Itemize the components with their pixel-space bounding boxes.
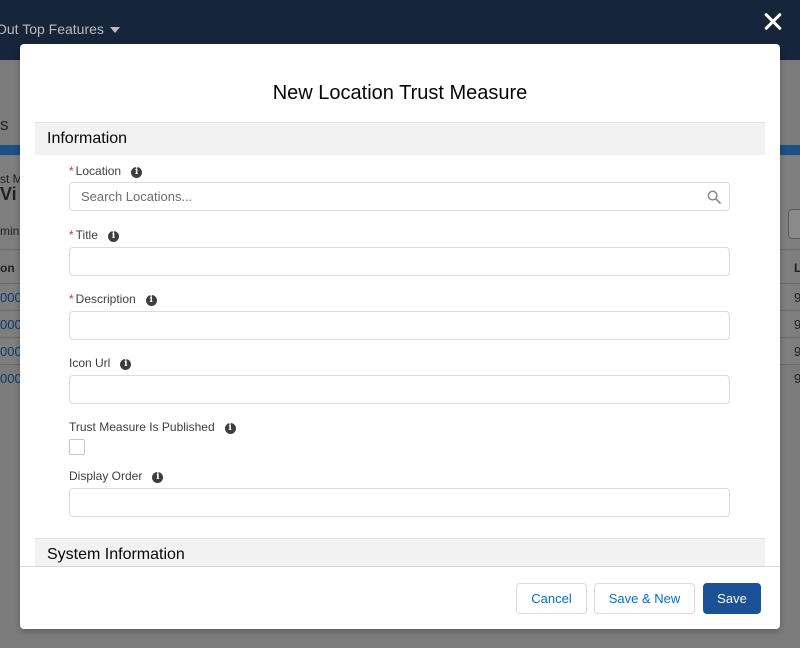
chevron-down-icon xyxy=(109,27,120,34)
cancel-button[interactable]: Cancel xyxy=(516,583,587,614)
info-icon[interactable]: i xyxy=(145,295,157,306)
bg-row-link[interactable]: 000 xyxy=(0,371,22,386)
bg-list-filter-text: min xyxy=(0,224,20,238)
close-icon[interactable] xyxy=(761,10,785,34)
info-icon[interactable]: i xyxy=(131,167,143,178)
section-information-label: Information xyxy=(47,130,128,147)
info-icon[interactable]: i xyxy=(107,231,119,242)
modal-footer: Cancel Save & New Save xyxy=(20,566,780,629)
title-label: * Title i xyxy=(69,228,119,242)
icon-url-label-text: Icon Url xyxy=(69,356,111,370)
section-information[interactable]: Information xyxy=(35,122,765,155)
search-icon[interactable] xyxy=(707,190,721,204)
bg-row-cell: 9 xyxy=(794,371,800,386)
display-order-input[interactable] xyxy=(69,488,730,517)
bg-page-title-fragment: s xyxy=(0,115,9,134)
bg-row-cell: 9 xyxy=(794,290,800,305)
icon-url-label: Icon Url i xyxy=(69,356,132,370)
save-button[interactable]: Save xyxy=(703,583,761,614)
published-label: Trust Measure Is Published i xyxy=(69,420,236,434)
bg-row-cell: 9 xyxy=(794,317,800,332)
bg-column-header-right[interactable]: L xyxy=(794,261,800,275)
bg-row-link[interactable]: 000 xyxy=(0,317,22,332)
modal-title: New Location Trust Measure xyxy=(272,82,528,104)
description-input[interactable] xyxy=(69,311,730,340)
required-marker: * xyxy=(69,164,74,178)
published-label-text: Trust Measure Is Published xyxy=(69,420,215,434)
section-system-information-label: System Information xyxy=(47,546,185,563)
display-order-label-text: Display Order xyxy=(69,469,143,483)
bg-row-cell: 9 xyxy=(794,344,800,359)
description-label-text: Description xyxy=(75,292,136,306)
nav-menu-top-features[interactable]: Out Top Features xyxy=(0,21,120,37)
bg-list-view-name: Vi xyxy=(0,184,17,204)
info-icon[interactable]: i xyxy=(120,359,132,370)
bg-row-link[interactable]: 000 xyxy=(0,344,22,359)
nav-menu-label: Out Top Features xyxy=(0,21,104,37)
required-marker: * xyxy=(69,228,74,242)
new-record-modal: New Location Trust Measure Information *… xyxy=(20,44,780,629)
info-icon[interactable]: i xyxy=(152,472,164,483)
published-checkbox[interactable] xyxy=(69,439,85,455)
icon-url-input[interactable] xyxy=(69,375,730,404)
title-input[interactable] xyxy=(69,247,730,276)
title-label-text: Title xyxy=(75,228,98,242)
save-and-new-button[interactable]: Save & New xyxy=(594,583,695,614)
bg-row-link[interactable]: 000 xyxy=(0,290,22,305)
description-label: * Description i xyxy=(69,292,157,306)
location-search-input[interactable] xyxy=(69,182,730,211)
location-label-text: Location xyxy=(75,164,122,178)
location-label: * Location i xyxy=(69,164,143,178)
info-icon[interactable]: i xyxy=(224,423,236,434)
required-marker: * xyxy=(69,292,74,306)
bg-column-header-left[interactable]: on xyxy=(0,261,15,275)
bg-list-action-button[interactable] xyxy=(788,209,800,239)
display-order-label: Display Order i xyxy=(69,469,164,483)
